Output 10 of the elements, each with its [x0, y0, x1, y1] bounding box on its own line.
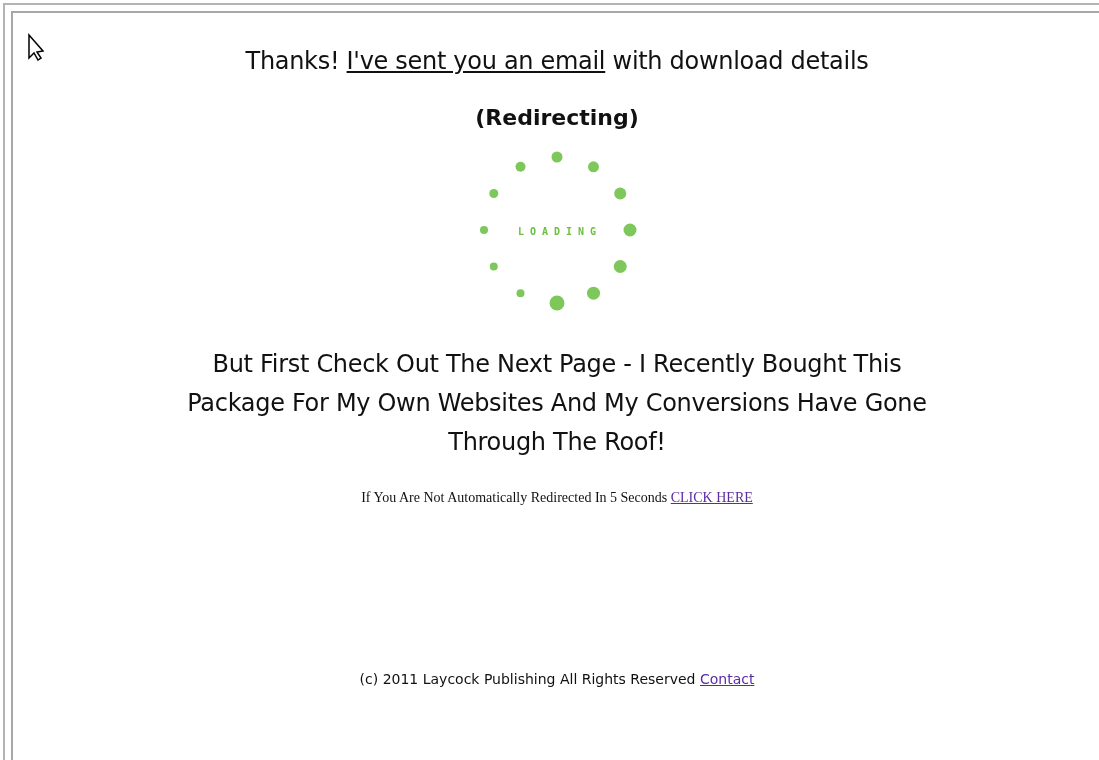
- footer-text: (c) 2011 Laycock Publishing All Rights Reserved Contact: [359, 671, 755, 687]
- cursor-icon: [27, 31, 47, 61]
- contact-link[interactable]: Contact: [699, 671, 755, 687]
- redirect-status: (Redirecting): [475, 105, 639, 130]
- redirect-note: If You Are Not Automatically Redirected In 5 Seconds CLICK HERE: [361, 490, 753, 506]
- click-here-link[interactable]: CLICK HERE: [670, 490, 753, 505]
- confirmation-heading: Thanks! I've sent you an email with download details: [245, 47, 869, 75]
- loading-label: LOADING: [516, 225, 603, 236]
- promo-message: But First Check Out The Next Page - I Recently Bought This Package For My Own Websites And My Conversions Have Gone Through The Roof!: [186, 349, 928, 458]
- email-link[interactable]: I've sent you an email: [346, 47, 606, 75]
